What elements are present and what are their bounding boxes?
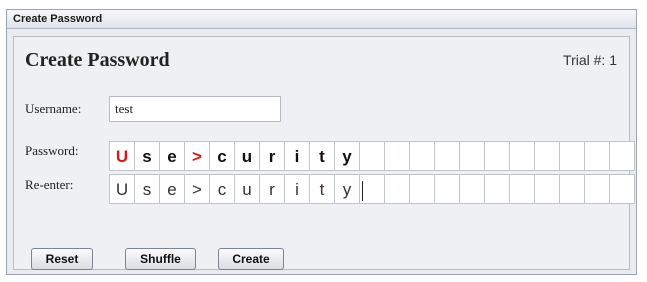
password-cell: s <box>135 141 160 171</box>
username-label: Username: <box>25 101 82 116</box>
shuffle-button[interactable]: Shuffle <box>125 248 196 270</box>
password-cell: y <box>335 141 360 171</box>
reenter-cell: y <box>335 174 360 204</box>
trial-counter: Trial #: 1 <box>563 52 617 68</box>
text-caret <box>362 180 363 201</box>
reenter-cell <box>385 174 410 204</box>
password-cell: e <box>160 141 185 171</box>
create-button[interactable]: Create <box>218 248 284 270</box>
reenter-cell <box>485 174 510 204</box>
create-password-panel: Create Password Trial #: 1 Username: tes… <box>13 36 635 270</box>
password-cell <box>560 141 585 171</box>
reset-button[interactable]: Reset <box>31 248 93 270</box>
reenter-cell: t <box>310 174 335 204</box>
reenter-cell <box>510 174 535 204</box>
password-cell: t <box>310 141 335 171</box>
reenter-grid[interactable]: Us e > c u r i t y <box>109 174 635 204</box>
password-cell: > <box>185 141 210 171</box>
reenter-cell <box>360 174 385 204</box>
password-cell: r <box>260 141 285 171</box>
page-title: Create Password <box>25 49 170 71</box>
password-cell: i <box>285 141 310 171</box>
password-cell <box>610 141 635 171</box>
password-cell <box>510 141 535 171</box>
create-password-window: Create Password Create Password Trial #:… <box>6 9 637 275</box>
reenter-cell <box>610 174 635 204</box>
password-cell <box>360 141 385 171</box>
password-cell <box>460 141 485 171</box>
reenter-cell: s <box>135 174 160 204</box>
password-label: Password: <box>25 143 79 158</box>
password-grid[interactable]: Us e > c u r i t y <box>109 141 635 171</box>
reenter-cell: u <box>235 174 260 204</box>
reenter-cell: e <box>160 174 185 204</box>
password-cell <box>585 141 610 171</box>
reenter-cell: c <box>210 174 235 204</box>
reenter-cell <box>535 174 560 204</box>
reenter-cell <box>435 174 460 204</box>
password-cell: u <box>235 141 260 171</box>
window-title: Create Password <box>7 10 636 29</box>
password-cell <box>385 141 410 171</box>
reenter-cell: r <box>260 174 285 204</box>
password-cell <box>410 141 435 171</box>
password-cell <box>535 141 560 171</box>
reenter-cell <box>460 174 485 204</box>
reenter-cell: i <box>285 174 310 204</box>
password-cell <box>435 141 460 171</box>
reenter-cell <box>410 174 435 204</box>
password-cell: U <box>110 141 135 171</box>
reenter-cell <box>560 174 585 204</box>
username-field[interactable]: test <box>109 96 281 122</box>
reenter-cell: > <box>185 174 210 204</box>
reenter-cell: U <box>110 174 135 204</box>
reenter-label: Re-enter: <box>25 177 74 192</box>
reenter-cell <box>585 174 610 204</box>
password-cell <box>485 141 510 171</box>
password-cell: c <box>210 141 235 171</box>
